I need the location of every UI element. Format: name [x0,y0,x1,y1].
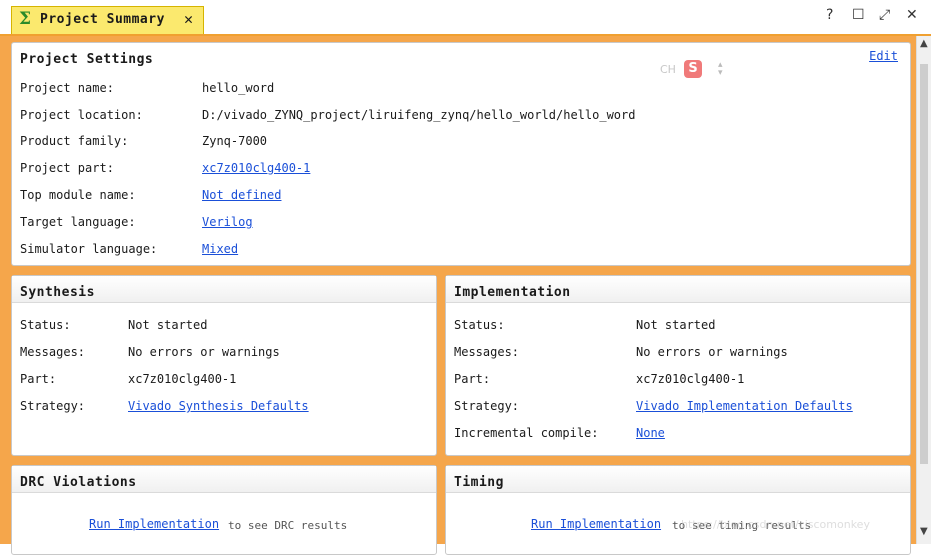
tab-title: Project Summary [40,12,165,27]
scroll-down-icon[interactable]: ▼ [920,526,928,537]
help-icon[interactable]: ? [826,7,833,23]
drc-title: DRC Violations [20,475,137,490]
tab-project-summary[interactable]: Σ Project Summary ✕ [11,6,204,34]
scroll-thumb[interactable] [920,64,928,464]
sogou-icon[interactable]: S [684,60,702,78]
synthesis-status-value: Not started [128,318,208,332]
watermark-text: https://blog.csdn.net/ciscomonkey [681,518,870,531]
vertical-scrollbar[interactable]: ▲ ▼ [916,36,931,544]
tab-close-icon[interactable]: ✕ [184,10,193,28]
float-window-icon[interactable]: ⤢ [879,7,890,23]
implementation-panel: Implementation Status: Not started Messa… [445,275,911,456]
impl-incremental-link[interactable]: None [636,426,665,440]
simulator-language-link[interactable]: Mixed [202,242,238,256]
project-name-label: Project name: [20,81,114,95]
simulator-language-label: Simulator language: [20,242,158,256]
top-module-label: Top module name: [20,188,136,202]
impl-status-label: Status: [454,318,505,332]
project-part-link[interactable]: xc7z010clg400-1 [202,161,310,175]
synthesis-part-label: Part: [20,372,57,386]
project-part-label: Project part: [20,161,114,175]
synthesis-part-value: xc7z010clg400-1 [128,372,237,386]
summary-sigma-icon: Σ [19,9,32,29]
timing-header [446,466,910,493]
synthesis-status-label: Status: [20,318,71,332]
ime-updown-icon[interactable]: ▴ ▾ [718,61,723,78]
impl-messages-value: No errors or warnings [636,345,788,359]
synthesis-panel: Synthesis Status: Not started Messages: … [11,275,437,456]
drc-violations-panel: DRC Violations Run Implementation to see… [11,465,437,555]
project-location-label: Project location: [20,108,143,122]
synthesis-messages-label: Messages: [20,345,86,359]
project-settings-panel: Project Settings Edit Project name: hell… [11,42,911,266]
product-family-label: Product family: [20,134,129,148]
target-language-link[interactable]: Verilog [202,215,253,229]
timing-title: Timing [454,475,504,490]
drc-hint-text: to see DRC results [228,519,348,532]
synthesis-strategy-link[interactable]: Vivado Synthesis Defaults [128,399,309,413]
impl-part-label: Part: [454,372,491,386]
project-settings-title: Project Settings [20,52,154,67]
impl-strategy-link[interactable]: Vivado Implementation Defaults [636,399,853,413]
drc-run-implementation-link[interactable]: Run Implementation [89,517,219,531]
implementation-title: Implementation [454,285,571,300]
project-name-value: hello_word [202,81,275,95]
synthesis-title: Synthesis [20,285,95,300]
edit-settings-link[interactable]: Edit [869,49,898,63]
product-family-value: Zynq-7000 [202,134,268,148]
top-module-link[interactable]: Not defined [202,188,281,202]
maximize-icon[interactable]: ☐ [852,7,865,23]
target-language-label: Target language: [20,215,136,229]
impl-status-value: Not started [636,318,716,332]
project-location-value: D:/vivado_ZYNQ_project/liruifeng_zynq/he… [202,108,636,122]
tab-bar: Σ Project Summary ✕ ? ☐ ⤢ ✕ [0,0,931,36]
impl-incremental-label: Incremental compile: [454,426,599,440]
timing-run-implementation-link[interactable]: Run Implementation [531,517,661,531]
impl-part-value: xc7z010clg400-1 [636,372,745,386]
close-window-icon[interactable]: ✕ [906,7,918,23]
ime-mode-label[interactable]: CH [660,63,676,76]
synthesis-strategy-label: Strategy: [20,399,86,413]
impl-messages-label: Messages: [454,345,520,359]
ime-toolbar[interactable]: CH S ▴ ▾ [652,57,732,81]
synthesis-messages-value: No errors or warnings [128,345,280,359]
impl-strategy-label: Strategy: [454,399,520,413]
scroll-up-icon[interactable]: ▲ [920,38,928,49]
summary-content: Project Settings Edit Project name: hell… [0,36,916,555]
timing-panel: Timing Run Implementation to see timing … [445,465,911,555]
